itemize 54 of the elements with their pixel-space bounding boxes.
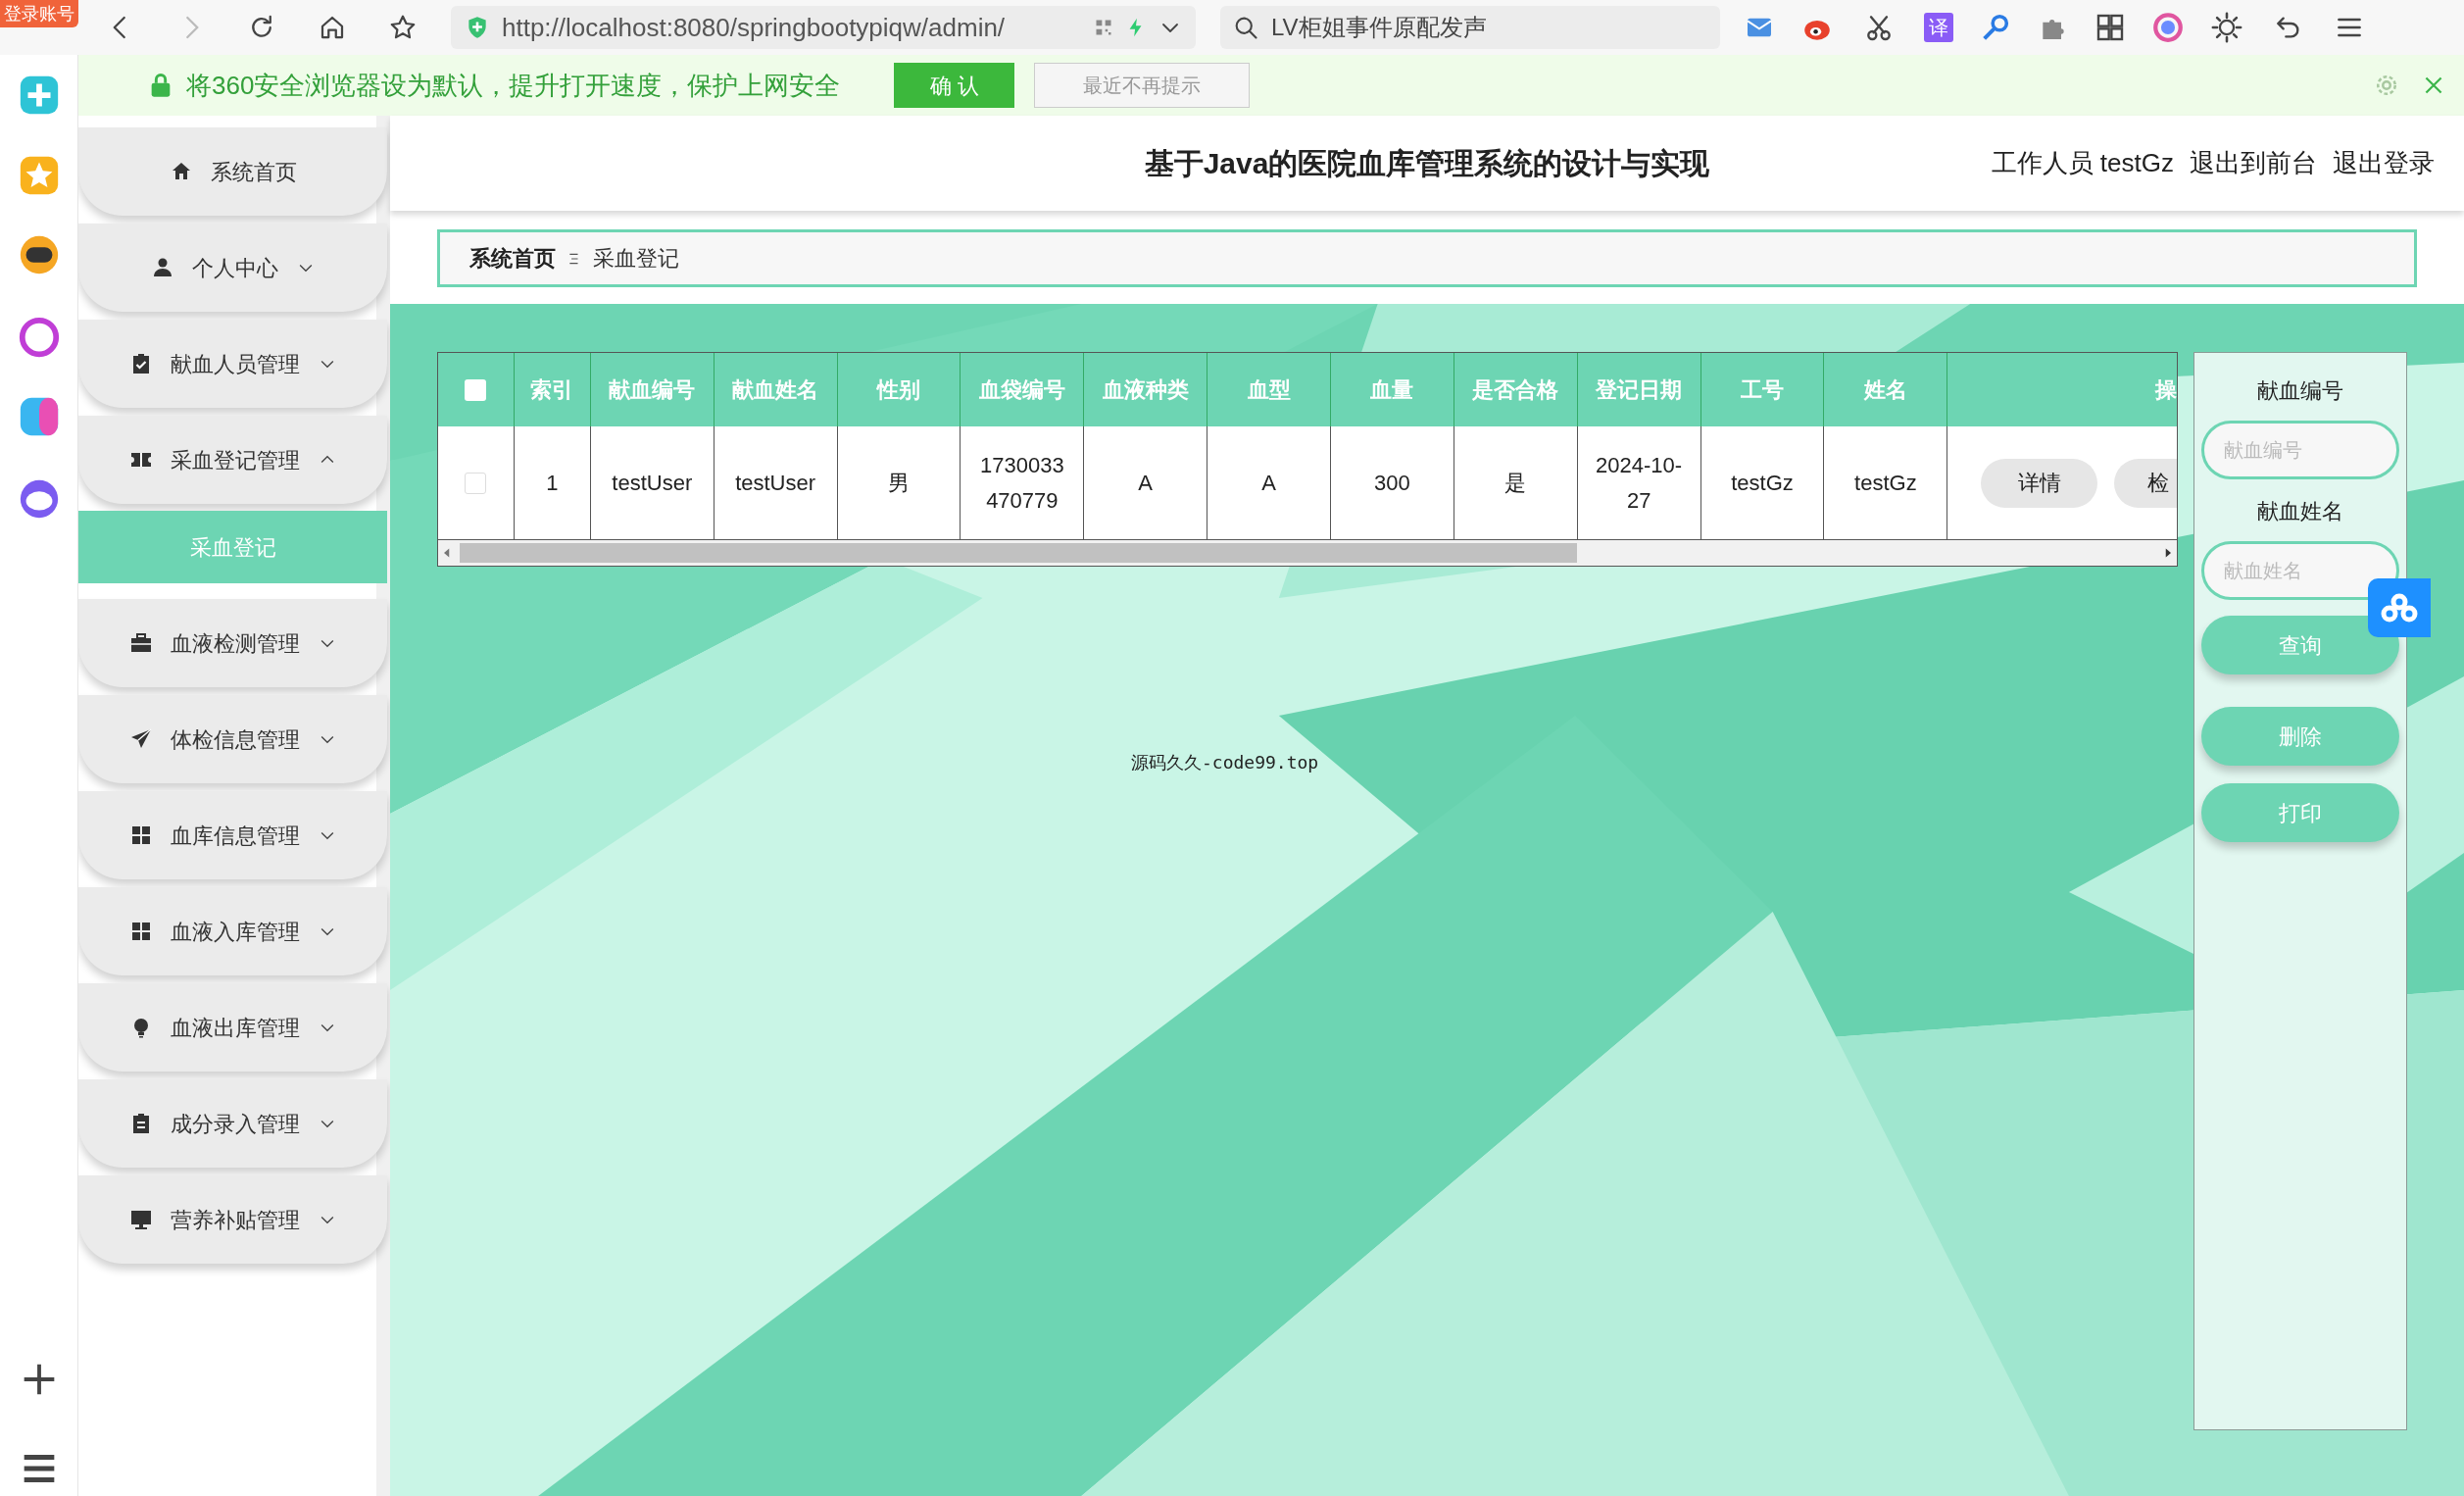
input-field[interactable]: 献血编号 — [2201, 421, 2399, 479]
ring-icon[interactable] — [17, 315, 62, 360]
table-cell-text: testGz — [1731, 469, 1794, 497]
table-cell-text: 男 — [887, 469, 910, 497]
sidebar-item[interactable]: 营养补贴管理 — [78, 1175, 387, 1264]
page-title: 基于Java的医院血库管理系统的设计与实现 — [1144, 146, 1710, 181]
table-cell-text: A — [1138, 469, 1154, 497]
sidebar-item[interactable]: 系统首页 — [78, 127, 387, 216]
table-cell-text: 300 — [1374, 469, 1410, 497]
input-field[interactable]: 献血姓名 — [2201, 541, 2399, 600]
grid-icon[interactable] — [2094, 12, 2126, 43]
sidebar-item[interactable]: 个人中心 — [78, 224, 387, 312]
url-text: http://localhost:8080/springbootypiqw/admin/ — [502, 11, 1007, 44]
monitor-icon[interactable] — [128, 1208, 153, 1231]
field-label: 献血编号 — [2257, 377, 2343, 405]
column-header: 操 — [2153, 376, 2177, 404]
table-cell-text: testUser — [612, 469, 693, 497]
search-field[interactable]: LV柜姐事件原配发声 — [1220, 6, 1720, 49]
table-cell-text: 1730033470779 — [979, 451, 1065, 515]
ring-icon[interactable] — [2151, 11, 2185, 44]
sun-icon[interactable] — [2210, 11, 2243, 44]
breadcrumb-link[interactable]: 采血登记 — [593, 242, 679, 274]
translate-button[interactable]: 译 — [1924, 13, 1953, 42]
cloud-icon[interactable] — [2368, 578, 2431, 637]
sidebar-item[interactable]: 采血登记管理 — [78, 416, 387, 504]
sidebar-item[interactable]: 成分录入管理 — [78, 1079, 387, 1168]
logout-link[interactable]: 退出到前台 — [2190, 144, 2317, 182]
sidebar-item[interactable]: 体检信息管理 — [78, 695, 387, 783]
field-label: 献血姓名 — [2257, 498, 2343, 525]
table-cell-text: A — [1261, 469, 1276, 497]
qr-icon[interactable] — [1094, 18, 1113, 37]
sidebar-item[interactable]: 血库信息管理 — [78, 791, 387, 879]
footer-text: 源码久久-code99.top — [1131, 751, 1319, 774]
breadcrumb-link[interactable]: 系统首页 — [469, 242, 556, 274]
search-text: LV柜姐事件原配发声 — [1271, 13, 1487, 42]
table-cell-text: 是 — [1504, 469, 1527, 497]
notice-text: 将360安全浏览器设为默认，提升打开速度，保护上网安全 — [186, 69, 841, 102]
scrollbar-thumb[interactable] — [460, 543, 1577, 563]
sidebar-item[interactable]: 血液检测管理 — [78, 599, 387, 687]
details-button[interactable]: 详情 — [1981, 458, 2098, 508]
checkbox[interactable] — [465, 378, 487, 401]
checkbox[interactable] — [465, 472, 487, 494]
table-cell-text: 2024-10-27 — [1595, 451, 1684, 515]
action-button[interactable]: 检 — [2114, 458, 2177, 508]
table-cell-text: testGz — [1854, 469, 1917, 497]
table-cell-text: testUser — [735, 469, 816, 497]
logout-link[interactable]: 退出登录 — [2333, 144, 2435, 182]
sidebar-item[interactable]: 血液出库管理 — [78, 983, 387, 1072]
sidebar-item[interactable]: 血液入库管理 — [78, 887, 387, 975]
user-label: 工作人员 testGz — [1991, 147, 2174, 179]
table-cell-text: 1 — [546, 469, 559, 497]
briefcase-icon[interactable] — [128, 631, 153, 655]
address-bar[interactable]: http://localhost:8080/springbootypiqw/admin/ — [451, 6, 1196, 49]
sidebar-item[interactable]: 献血人员管理 — [78, 320, 387, 408]
